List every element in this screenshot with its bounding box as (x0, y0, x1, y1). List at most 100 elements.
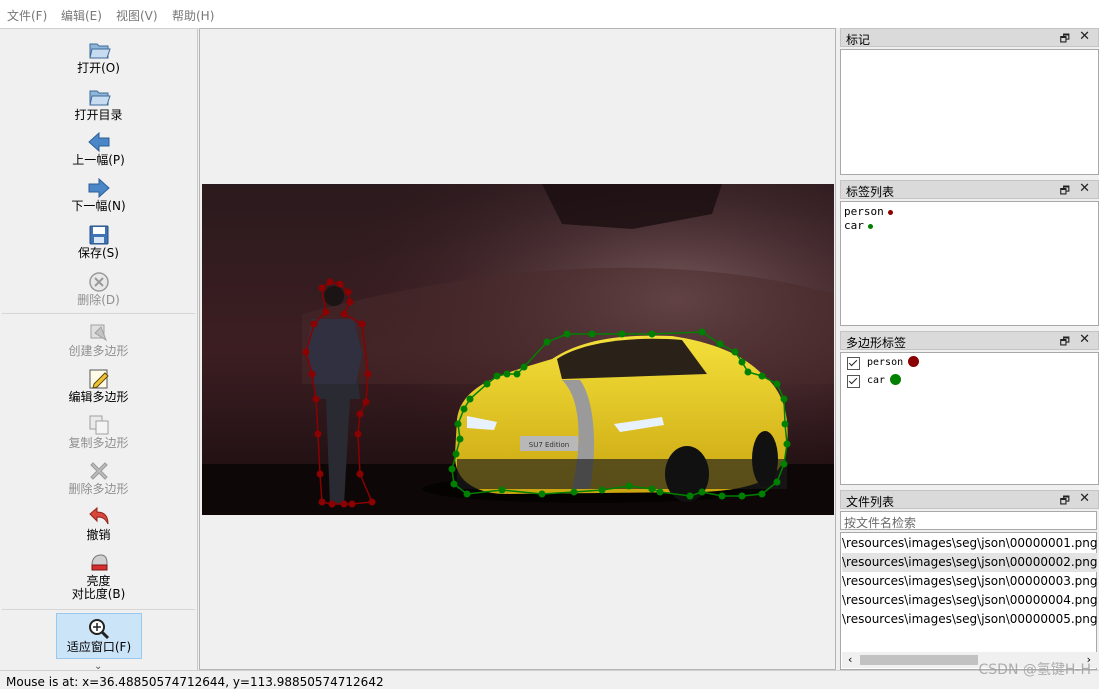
mouse-position-text: Mouse is at: x=36.48850574712644, y=113.… (6, 675, 384, 689)
file-list-dock: 文件列表 🗗 ✕ 按文件名检索 \resources\images\seg\js… (840, 490, 1099, 670)
color-dot-icon (867, 223, 873, 229)
color-dot-icon (908, 356, 919, 367)
copy-polygon-label: 复制多边形 (68, 436, 129, 450)
close-icon[interactable]: ✕ (1079, 181, 1090, 196)
edit-polygon-button[interactable]: 编辑多边形 (0, 367, 197, 404)
photo-scene: SU7 Edition (202, 184, 834, 515)
watermark: CSDN @氢键H-H (978, 662, 1091, 678)
left-toolbar: 打开(O) 打开目录 上一幅(P) 下一幅(N) 保存(S) 删除(D) 创建多… (0, 28, 198, 672)
delete-x-icon (89, 462, 108, 480)
undo-button[interactable]: 撤销 (0, 505, 197, 542)
save-button[interactable]: 保存(S) (0, 223, 197, 260)
arrow-right-icon (88, 177, 110, 199)
menu-help[interactable]: 帮助(H) (172, 7, 214, 24)
folder-open-icon (88, 43, 111, 59)
toolbar-divider (2, 313, 195, 314)
float-icon[interactable]: 🗗 (1060, 333, 1070, 352)
file-list-dock-title: 文件列表 🗗 ✕ (840, 490, 1099, 509)
copy-icon (89, 415, 108, 435)
arrow-left-icon (87, 131, 109, 153)
color-dot-icon (887, 209, 893, 215)
prev-label: 上一幅(P) (72, 153, 125, 167)
save-label: 保存(S) (78, 246, 119, 260)
contrast-label: 对比度(B) (71, 587, 126, 601)
delete-polygon-label: 删除多边形 (68, 482, 129, 496)
label-list-dock: 标签列表 🗗 ✕ person car (840, 180, 1099, 326)
file-list-item[interactable]: \resources\images\seg\json\00000001.png (842, 534, 1097, 553)
delete-label: 删除(D) (77, 293, 120, 307)
save-disk-icon (89, 225, 108, 245)
car-plate-text: SU7 Edition (529, 441, 569, 449)
file-search-input[interactable]: 按文件名检索 (840, 511, 1097, 530)
checkbox-checked[interactable] (847, 375, 860, 388)
label-item-person[interactable]: person (844, 205, 893, 218)
menu-file[interactable]: 文件(F) (7, 7, 47, 24)
undo-label: 撤销 (86, 528, 111, 542)
flags-dock: 标记 🗗 ✕ (840, 28, 1099, 175)
polygon-item-person[interactable]: person (847, 355, 1087, 371)
close-icon[interactable]: ✕ (1079, 491, 1090, 506)
scroll-thumb[interactable] (860, 655, 978, 665)
open-button[interactable]: 打开(O) (0, 38, 197, 75)
next-image-button[interactable]: 下一幅(N) (0, 176, 197, 213)
create-polygon-button[interactable]: 创建多边形 (0, 321, 197, 358)
polygon-label-name: person (867, 357, 904, 368)
delete-polygon-button[interactable]: 删除多边形 (0, 459, 197, 496)
close-icon[interactable]: ✕ (1079, 29, 1090, 44)
file-list-title: 文件列表 (846, 495, 895, 509)
polygon-labels-title: 多边形标签 (846, 336, 907, 350)
create-polygon-label: 创建多边形 (68, 344, 129, 358)
annotated-image: SU7 Edition (202, 184, 834, 515)
folder-icon (88, 90, 111, 106)
file-list-item[interactable]: \resources\images\seg\json\00000003.png (842, 572, 1097, 591)
checkbox-checked[interactable] (847, 357, 860, 370)
delete-circle-icon (88, 272, 109, 292)
image-canvas[interactable]: SU7 Edition (199, 28, 836, 670)
open-dir-button[interactable]: 打开目录 (0, 85, 197, 122)
open-dir-label: 打开目录 (74, 108, 123, 122)
label-list-title: 标签列表 (846, 185, 895, 199)
file-list-item[interactable]: \resources\images\seg\json\00000005.png (842, 610, 1097, 629)
flags-list[interactable] (840, 49, 1099, 175)
file-list-item-selected[interactable]: \resources\images\seg\json\00000002.png (842, 553, 1097, 572)
create-polygon-icon (90, 324, 107, 342)
fit-window-label: 适应窗口(F) (66, 640, 132, 654)
menu-edit[interactable]: 编辑(E) (61, 7, 102, 24)
float-icon[interactable]: 🗗 (1060, 492, 1070, 511)
open-label: 打开(O) (77, 61, 120, 75)
float-icon[interactable]: 🗗 (1060, 182, 1070, 201)
undo-arrow-icon (88, 506, 108, 525)
edit-polygon-label: 编辑多边形 (68, 390, 129, 404)
label-name: car (844, 219, 864, 232)
brightness-icon (91, 554, 107, 571)
polygon-labels-dock: 多边形标签 🗗 ✕ person car (840, 331, 1099, 486)
close-icon[interactable]: ✕ (1079, 332, 1090, 347)
toolbar-divider-2 (2, 609, 195, 610)
label-item-car[interactable]: car (844, 219, 873, 232)
flags-dock-title: 标记 🗗 ✕ (840, 28, 1099, 47)
polygon-label-name: car (867, 375, 886, 386)
polygon-label-list[interactable]: person car (840, 352, 1099, 485)
polygon-labels-dock-title: 多边形标签 🗗 ✕ (840, 331, 1099, 350)
file-list-item[interactable]: \resources\images\seg\json\00000004.png (842, 591, 1097, 610)
float-icon[interactable]: 🗗 (1060, 30, 1070, 49)
next-label: 下一幅(N) (71, 199, 126, 213)
menu-bar: 文件(F) 编辑(E) 视图(V) 帮助(H) (0, 0, 1099, 28)
menu-view[interactable]: 视图(V) (116, 7, 158, 24)
file-list[interactable]: \resources\images\seg\json\00000001.png … (840, 532, 1097, 670)
flags-title: 标记 (846, 33, 871, 47)
polygon-item-car[interactable]: car (847, 373, 1087, 389)
brightness-contrast-button[interactable]: 亮度 对比度(B) (0, 551, 197, 601)
prev-image-button[interactable]: 上一幅(P) (0, 130, 197, 167)
edit-pencil-icon (89, 369, 109, 389)
status-bar: Mouse is at: x=36.48850574712644, y=113.… (0, 670, 1099, 689)
copy-polygon-button[interactable]: 复制多边形 (0, 413, 197, 450)
label-list-dock-title: 标签列表 🗗 ✕ (840, 180, 1099, 199)
zoom-fit-icon (89, 619, 110, 640)
delete-file-button[interactable]: 删除(D) (0, 270, 197, 307)
fit-window-button[interactable]: 适应窗口(F) (56, 613, 142, 659)
label-name: person (844, 205, 884, 218)
file-list-panel: 按文件名检索 \resources\images\seg\json\000000… (840, 511, 1099, 670)
scroll-left-icon[interactable]: ‹ (848, 653, 852, 666)
label-list[interactable]: person car (840, 201, 1099, 326)
